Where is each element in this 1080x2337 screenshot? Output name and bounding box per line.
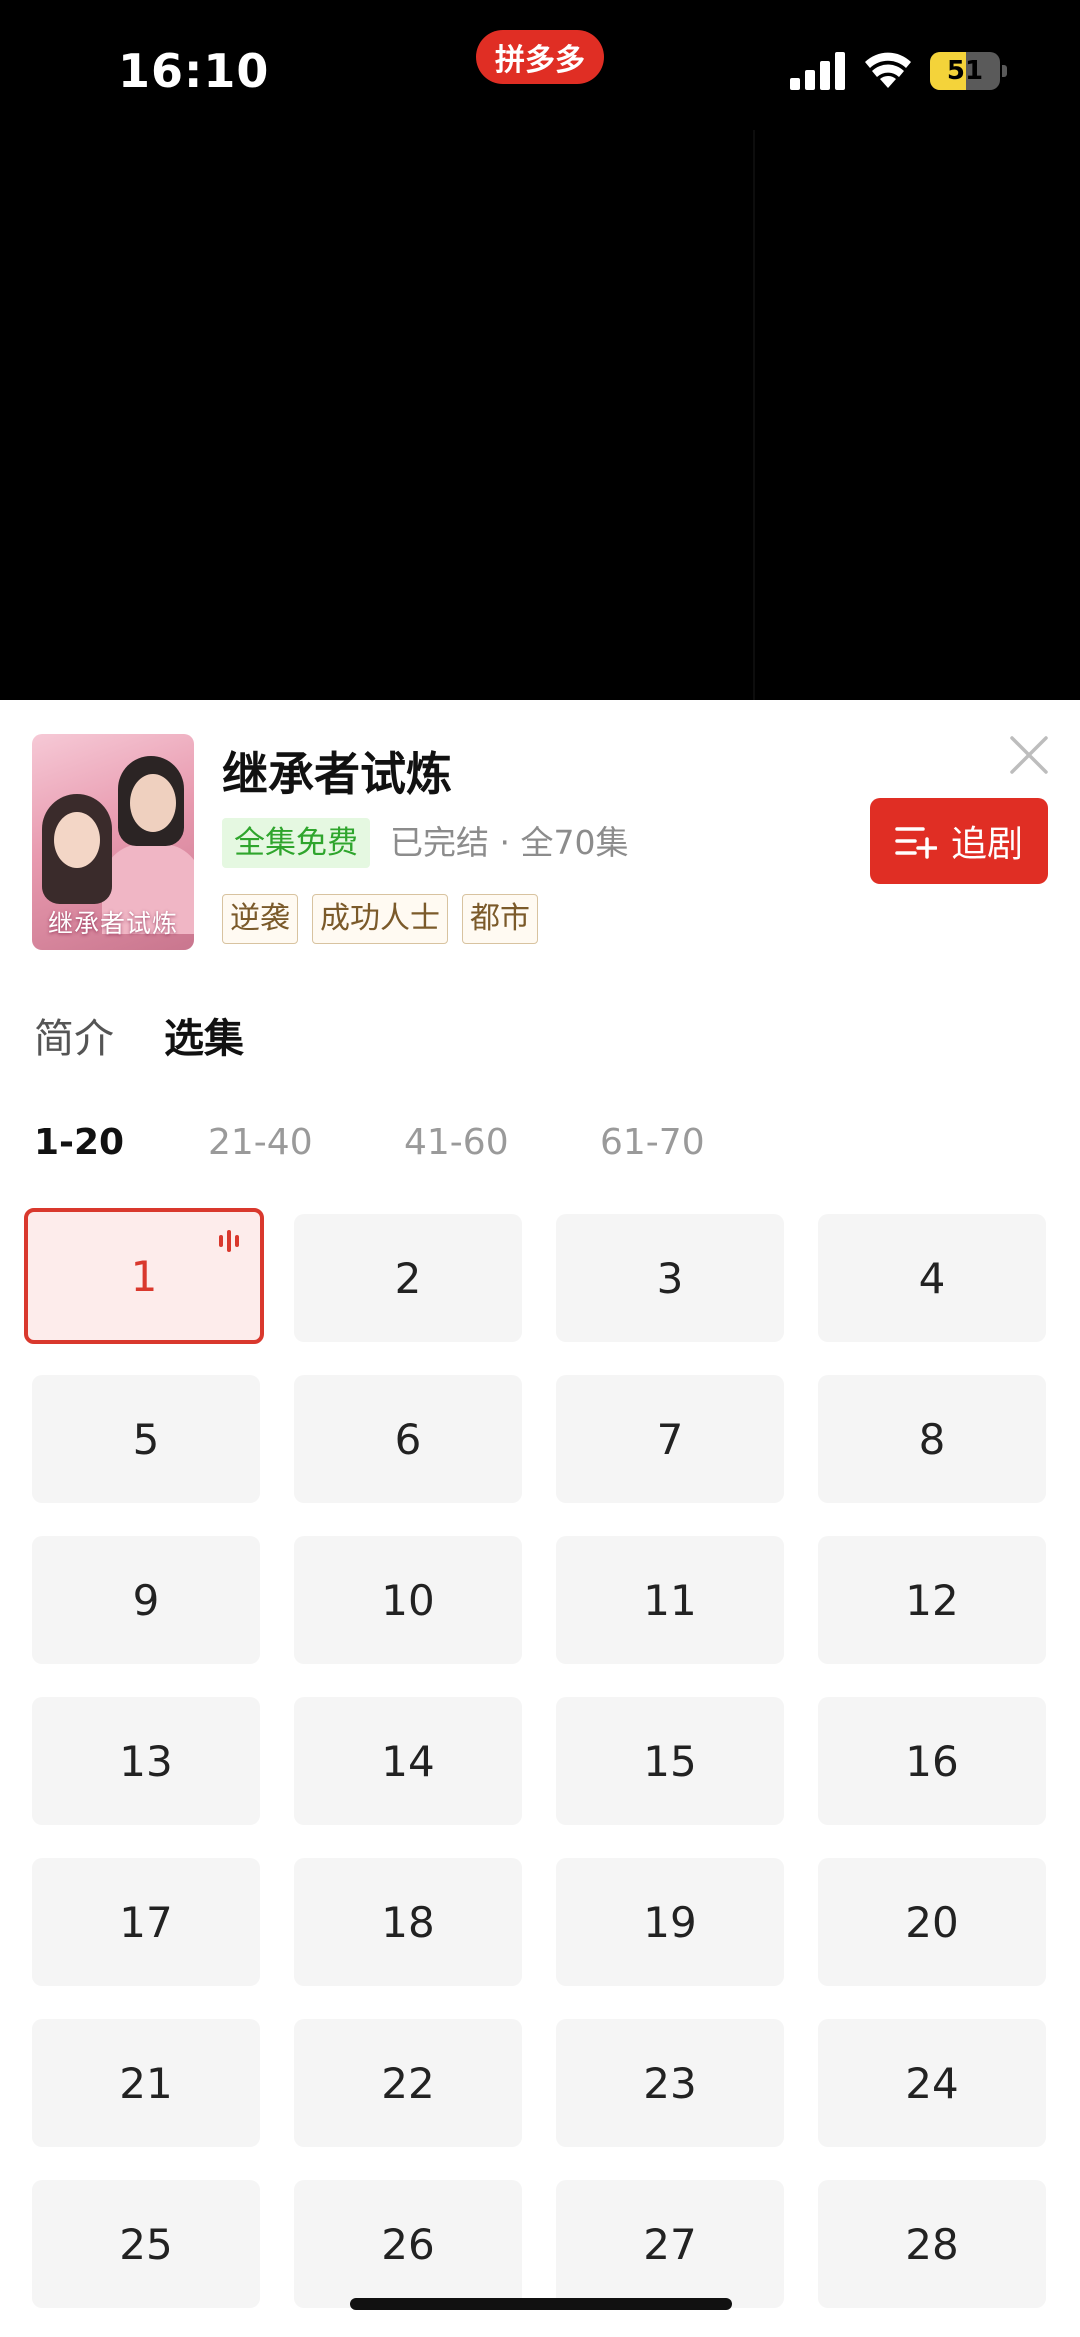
- drama-poster[interactable]: 继承者试炼: [32, 734, 194, 950]
- add-to-list-icon: [895, 827, 937, 859]
- cellular-signal-icon: [790, 52, 845, 90]
- episode-number: 18: [381, 1897, 435, 1947]
- episode-number: 21: [119, 2058, 173, 2108]
- episode-button[interactable]: 19: [556, 1858, 784, 1986]
- episode-status: 已完结 · 全70集: [390, 823, 629, 862]
- episode-button[interactable]: 26: [294, 2180, 522, 2308]
- status-time: 16:10: [118, 44, 270, 98]
- tag[interactable]: 逆袭: [222, 894, 298, 944]
- range-61-70[interactable]: 61-70: [600, 1122, 705, 1163]
- episode-button[interactable]: 25: [32, 2180, 260, 2308]
- episode-number: 25: [119, 2219, 173, 2269]
- episode-number: 16: [905, 1736, 959, 1786]
- episode-number: 22: [381, 2058, 435, 2108]
- episode-number: 12: [905, 1575, 959, 1625]
- episode-button[interactable]: 28: [818, 2180, 1046, 2308]
- episode-number: 23: [643, 2058, 697, 2108]
- battery-icon: 51: [930, 52, 1007, 90]
- tab-bar: 简介 选集: [34, 1006, 244, 1064]
- episode-button[interactable]: 2: [294, 1214, 522, 1342]
- episode-number: 19: [643, 1897, 697, 1947]
- episode-button[interactable]: 3: [556, 1214, 784, 1342]
- episode-button-current[interactable]: 1: [24, 1208, 264, 1344]
- tab-intro[interactable]: 简介: [34, 1006, 114, 1064]
- episode-button[interactable]: 15: [556, 1697, 784, 1825]
- tag-list: 逆袭 成功人士 都市: [222, 894, 538, 944]
- episode-button[interactable]: 12: [818, 1536, 1046, 1664]
- episode-button[interactable]: 18: [294, 1858, 522, 1986]
- app-badge[interactable]: 拼多多: [476, 30, 604, 84]
- episode-number: 15: [643, 1736, 697, 1786]
- poster-title: 继承者试炼: [47, 909, 178, 938]
- episode-number: 1: [130, 1251, 158, 1301]
- episode-button[interactable]: 11: [556, 1536, 784, 1664]
- episode-number: 28: [905, 2219, 959, 2269]
- wifi-icon: [865, 52, 911, 88]
- episode-range-bar: 1-20 21-40 41-60 61-70: [34, 1122, 1054, 1170]
- episode-button[interactable]: 8: [818, 1375, 1046, 1503]
- episode-button[interactable]: 21: [32, 2019, 260, 2147]
- episode-number: 26: [381, 2219, 435, 2269]
- episode-number: 5: [132, 1414, 160, 1464]
- episode-button[interactable]: 4: [818, 1214, 1046, 1342]
- status-bar: 16:10 拼多多 51: [0, 0, 1080, 140]
- episode-number: 2: [394, 1253, 422, 1303]
- episode-button[interactable]: 17: [32, 1858, 260, 1986]
- episode-number: 6: [394, 1414, 422, 1464]
- episode-button[interactable]: 7: [556, 1375, 784, 1503]
- episode-button[interactable]: 24: [818, 2019, 1046, 2147]
- range-41-60[interactable]: 41-60: [404, 1122, 509, 1163]
- follow-label: 追剧: [950, 824, 1023, 865]
- episode-number: 14: [381, 1736, 435, 1786]
- episode-button[interactable]: 10: [294, 1536, 522, 1664]
- close-icon[interactable]: [1008, 734, 1050, 776]
- episode-button[interactable]: 5: [32, 1375, 260, 1503]
- episode-sheet: 继承者试炼 继承者试炼 全集免费 已完结 · 全70集 逆袭 成功人士 都市 追…: [0, 700, 1080, 2337]
- episode-button[interactable]: 14: [294, 1697, 522, 1825]
- episode-number: 13: [119, 1736, 173, 1786]
- episode-button[interactable]: 13: [32, 1697, 260, 1825]
- episode-number: 11: [643, 1575, 697, 1625]
- drama-title: 继承者试炼: [222, 747, 452, 801]
- episode-number: 7: [656, 1414, 684, 1464]
- battery-percent: 51: [946, 56, 984, 86]
- follow-button[interactable]: 追剧: [870, 798, 1048, 884]
- episode-number: 27: [643, 2219, 697, 2269]
- episode-button[interactable]: 27: [556, 2180, 784, 2308]
- episode-number: 3: [656, 1253, 684, 1303]
- tag[interactable]: 都市: [462, 894, 538, 944]
- episode-number: 20: [905, 1897, 959, 1947]
- episode-button[interactable]: 6: [294, 1375, 522, 1503]
- episode-number: 17: [119, 1897, 173, 1947]
- episode-button[interactable]: 20: [818, 1858, 1046, 1986]
- range-1-20[interactable]: 1-20: [34, 1122, 124, 1163]
- episode-grid: 1 2 3 4 5 6 7 8 9 10 11 12 13 14 15 16 17 18 19 20 21 22 23 24 2…: [24, 1208, 1048, 2308]
- free-badge: 全集免费: [222, 818, 370, 868]
- tag[interactable]: 成功人士: [312, 894, 448, 944]
- episode-button[interactable]: 16: [818, 1697, 1046, 1825]
- home-indicator[interactable]: [350, 2298, 732, 2310]
- episode-number: 4: [918, 1253, 946, 1303]
- episode-number: 24: [905, 2058, 959, 2108]
- episode-button[interactable]: 23: [556, 2019, 784, 2147]
- episode-number: 9: [132, 1575, 160, 1625]
- episode-button[interactable]: 9: [32, 1536, 260, 1664]
- video-divider: [753, 130, 755, 700]
- range-21-40[interactable]: 21-40: [208, 1122, 313, 1163]
- episode-button[interactable]: 22: [294, 2019, 522, 2147]
- episode-number: 8: [918, 1414, 946, 1464]
- now-playing-icon: [219, 1230, 239, 1252]
- episode-number: 10: [381, 1575, 435, 1625]
- tab-episodes[interactable]: 选集: [164, 1006, 244, 1064]
- video-player[interactable]: [0, 140, 1080, 700]
